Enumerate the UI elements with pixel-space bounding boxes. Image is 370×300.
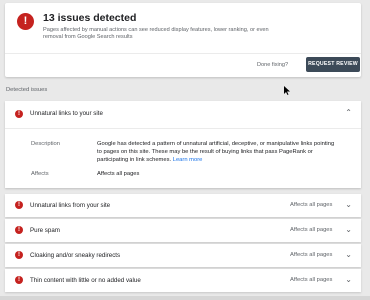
description-text: Google has detected a pattern of unnatur… — [97, 140, 337, 164]
error-icon: ! — [15, 276, 23, 284]
affects-label: Affects — [31, 171, 49, 177]
mouse-cursor-icon — [284, 86, 290, 95]
description-label: Description — [31, 141, 60, 147]
summary-title: 13 issues detected — [43, 12, 137, 24]
detected-issues-heading: Detected issues — [6, 87, 48, 93]
issue-title: Cloaking and/or sneaky redirects — [30, 252, 121, 259]
issue-row[interactable]: ! Thin content with little or no added v… — [5, 269, 361, 292]
issue-expanded-panel: ! Unnatural links to your site ⌃ Descrip… — [5, 101, 361, 188]
issue-affects: Affects all pages — [290, 202, 333, 208]
divider — [5, 53, 361, 54]
issue-title: Thin content with little or no added val… — [30, 277, 141, 284]
error-icon: ! — [15, 110, 23, 118]
request-review-button[interactable]: REQUEST REVIEW — [306, 57, 360, 72]
summary-card: ! 13 issues detected Pages affected by m… — [5, 3, 361, 77]
issue-title: Unnatural links to your site — [30, 110, 103, 117]
issue-header-unnatural-links-to-site[interactable]: ! Unnatural links to your site ⌃ — [5, 101, 361, 127]
issue-affects: Affects all pages — [290, 252, 333, 258]
issue-affects: Affects all pages — [290, 277, 333, 283]
issue-title: Pure spam — [30, 227, 60, 234]
chevron-down-icon[interactable]: ⌄ — [345, 250, 352, 260]
error-icon: ! — [15, 226, 23, 234]
divider — [5, 128, 361, 129]
chevron-down-icon[interactable]: ⌄ — [345, 275, 352, 285]
error-icon: ! — [15, 201, 23, 209]
issue-title: Unnatural links from your site — [30, 202, 111, 209]
summary-description: Pages affected by manual actions can see… — [43, 27, 269, 41]
issue-row[interactable]: ! Cloaking and/or sneaky redirects Affec… — [5, 244, 361, 267]
issue-row[interactable]: ! Pure spam Affects all pages ⌄ — [5, 219, 361, 242]
issue-row[interactable]: ! Unnatural links from your site Affects… — [5, 194, 361, 217]
bottom-edge — [0, 296, 370, 300]
description-body: Google has detected a pattern of unnatur… — [97, 141, 335, 163]
error-icon: ! — [15, 251, 23, 259]
chevron-down-icon[interactable]: ⌄ — [345, 225, 352, 235]
error-icon: ! — [17, 13, 34, 30]
chevron-up-icon[interactable]: ⌃ — [345, 108, 352, 118]
learn-more-link[interactable]: Learn more — [173, 157, 203, 163]
issue-affects: Affects all pages — [290, 227, 333, 233]
chevron-down-icon[interactable]: ⌄ — [345, 200, 352, 210]
affects-value: Affects all pages — [97, 171, 140, 177]
done-fixing-label: Done fixing? — [257, 62, 289, 68]
